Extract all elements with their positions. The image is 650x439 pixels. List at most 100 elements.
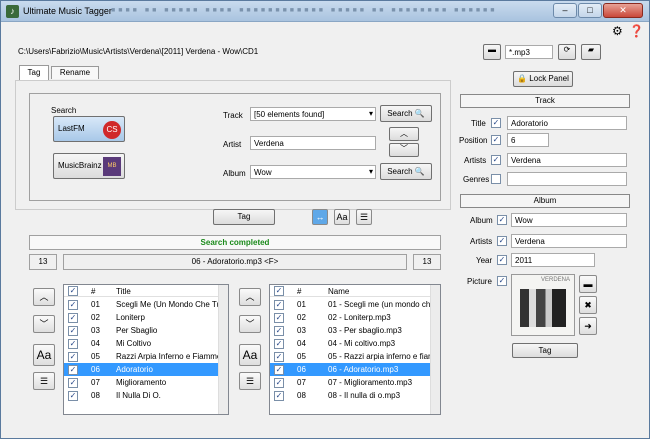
chevron-up-icon: ︿ — [400, 129, 408, 138]
table-row[interactable]: ✓ 08 Il Nulla Di O. — [64, 389, 228, 402]
move-up-button[interactable]: ︿ — [389, 127, 419, 141]
move-down-button[interactable]: ﹀ — [389, 143, 419, 157]
table-row[interactable]: ✓ 01 Scegli Me (Un Mondo Che Tu — [64, 298, 228, 311]
settings-gear-icon[interactable]: ⚙ — [612, 24, 623, 38]
genres-field[interactable] — [507, 172, 627, 186]
open-folder-button[interactable]: ▰ — [581, 44, 601, 60]
row-checkbox[interactable]: ✓ — [68, 391, 78, 401]
row-checkbox[interactable]: ✓ — [274, 339, 284, 349]
row-checkbox[interactable]: ✓ — [68, 300, 78, 310]
right-font-case-icon[interactable]: Aa — [239, 344, 261, 366]
maximize-button[interactable]: □ — [578, 3, 602, 18]
track-search-combo[interactable]: [50 elements found] ▾ — [250, 107, 376, 121]
table-row[interactable]: ✓ 07 07 - Miglioramento.mp3 — [270, 376, 440, 389]
row-checkbox[interactable]: ✓ — [68, 313, 78, 323]
album-artists-checkbox[interactable]: ✓ — [497, 236, 507, 246]
title-checkbox[interactable]: ✓ — [491, 118, 501, 128]
row-number: 05 — [297, 352, 306, 361]
right-move-down-button[interactable]: ﹀ — [239, 315, 261, 333]
track-search-button[interactable]: Search 🔍 — [380, 105, 432, 122]
left-move-up-button[interactable]: ︿ — [33, 288, 55, 306]
row-checkbox[interactable]: ✓ — [274, 378, 284, 388]
year-field[interactable]: 2011 — [511, 253, 595, 267]
row-checkbox[interactable]: ✓ — [274, 300, 284, 310]
table-row[interactable]: ✓ 04 Mi Coltivo — [64, 337, 228, 350]
file-name-list[interactable]: ✓ # Name ✓ 01 01 - Scegli me (un mondo che… — [269, 284, 441, 415]
row-checkbox[interactable]: ✓ — [274, 313, 284, 323]
lock-panel-button[interactable]: 🔒 Lock Panel — [513, 71, 573, 87]
minimize-button[interactable]: – — [553, 3, 577, 18]
title-field[interactable]: Adoratorio — [507, 116, 627, 130]
path-field[interactable]: C:\Users\Fabrizio\Music\Artists\Verdena\… — [15, 45, 479, 59]
artist-search-field[interactable]: Verdena — [250, 136, 376, 150]
compare-icon[interactable]: ↔ — [312, 209, 328, 225]
row-checkbox[interactable]: ✓ — [274, 326, 284, 336]
list-icon[interactable]: ☰ — [356, 209, 372, 225]
right-list-icon[interactable]: ☰ — [239, 372, 261, 390]
row-checkbox[interactable]: ✓ — [68, 378, 78, 388]
position-label: Position — [459, 136, 488, 145]
select-all-checkbox[interactable]: ✓ — [68, 286, 78, 296]
tag-button[interactable]: Tag — [213, 209, 275, 225]
left-move-down-button[interactable]: ﹀ — [33, 315, 55, 333]
album-search-button[interactable]: Search 🔍 — [380, 163, 432, 180]
row-number: 06 — [91, 365, 100, 374]
track-artists-checkbox[interactable]: ✓ — [491, 155, 501, 165]
table-row[interactable]: ✓ 02 Loniterp — [64, 311, 228, 324]
lastfm-button[interactable]: LastFM CS — [53, 116, 125, 142]
tab-tag[interactable]: Tag — [19, 65, 49, 80]
track-title-list[interactable]: ✓ # Title ✓ 01 Scegli Me (Un Mondo Che Tu ✓… — [63, 284, 229, 415]
title-bar[interactable]: ♪ Ultimate Music Tagger ■■■■ ■■ ■■■■■ ■■… — [1, 1, 649, 22]
remove-picture-button[interactable]: ✖ — [579, 296, 597, 314]
table-row[interactable]: ✓ 06 06 - Adoratorio.mp3 — [270, 363, 440, 376]
table-row[interactable]: ✓ 05 05 - Razzi arpia inferno e fiam — [270, 350, 440, 363]
load-picture-button[interactable]: ▬ — [579, 275, 597, 293]
select-all-checkbox[interactable]: ✓ — [274, 286, 284, 296]
track-artists-field[interactable]: Verdena — [507, 153, 627, 167]
row-checkbox[interactable]: ✓ — [274, 365, 284, 375]
position-field[interactable]: 6 — [507, 133, 549, 147]
row-number: 08 — [91, 391, 100, 400]
help-icon[interactable]: ❓ — [629, 24, 644, 38]
table-row[interactable]: ✓ 01 01 - Scegli me (un mondo che — [270, 298, 440, 311]
row-text: 05 - Razzi arpia inferno e fiam — [328, 352, 435, 361]
position-checkbox[interactable]: ✓ — [491, 135, 501, 145]
tab-rename[interactable]: Rename — [51, 66, 99, 79]
table-row[interactable]: ✓ 02 02 - Loniterp.mp3 — [270, 311, 440, 324]
scrollbar[interactable] — [430, 285, 440, 414]
right-move-up-button[interactable]: ︿ — [239, 288, 261, 306]
save-picture-button[interactable]: ➜ — [579, 317, 597, 335]
close-button[interactable]: ✕ — [603, 3, 643, 18]
table-row[interactable]: ✓ 06 Adoratorio — [64, 363, 228, 376]
album-artists-field[interactable]: Verdena — [511, 234, 627, 248]
album-cover-image: VERDENA — [511, 274, 575, 336]
genres-checkbox[interactable] — [491, 174, 501, 184]
row-checkbox[interactable]: ✓ — [68, 365, 78, 375]
table-row[interactable]: ✓ 07 Miglioramento — [64, 376, 228, 389]
album-field[interactable]: Wow — [511, 213, 627, 227]
musicbrainz-button[interactable]: MusicBrainz MB — [53, 153, 125, 179]
picture-checkbox[interactable]: ✓ — [497, 276, 507, 286]
row-checkbox[interactable]: ✓ — [274, 391, 284, 401]
scrollbar[interactable] — [218, 285, 228, 414]
album-checkbox[interactable]: ✓ — [497, 215, 507, 225]
table-row[interactable]: ✓ 04 04 - Mi coltivo.mp3 — [270, 337, 440, 350]
album-tag-button[interactable]: Tag — [512, 343, 578, 358]
row-checkbox[interactable]: ✓ — [68, 326, 78, 336]
extension-field[interactable]: *.mp3 — [505, 45, 553, 59]
left-font-case-icon[interactable]: Aa — [33, 344, 55, 366]
left-list-icon[interactable]: ☰ — [33, 372, 55, 390]
year-checkbox[interactable]: ✓ — [497, 255, 507, 265]
album-label: Album — [470, 216, 493, 225]
table-row[interactable]: ✓ 05 Razzi Arpia Inferno e Fiamme — [64, 350, 228, 363]
row-checkbox[interactable]: ✓ — [274, 352, 284, 362]
table-row[interactable]: ✓ 03 Per Sbaglio — [64, 324, 228, 337]
row-checkbox[interactable]: ✓ — [68, 339, 78, 349]
album-search-combo[interactable]: Wow ▾ — [250, 165, 376, 179]
table-row[interactable]: ✓ 03 03 - Per sbaglio.mp3 — [270, 324, 440, 337]
row-checkbox[interactable]: ✓ — [68, 352, 78, 362]
font-case-icon[interactable]: Aa — [334, 209, 350, 225]
table-row[interactable]: ✓ 08 08 - Il nulla di o.mp3 — [270, 389, 440, 402]
refresh-button[interactable]: ⟳ — [558, 44, 576, 60]
browse-folder-button[interactable]: ▬ — [483, 44, 501, 60]
